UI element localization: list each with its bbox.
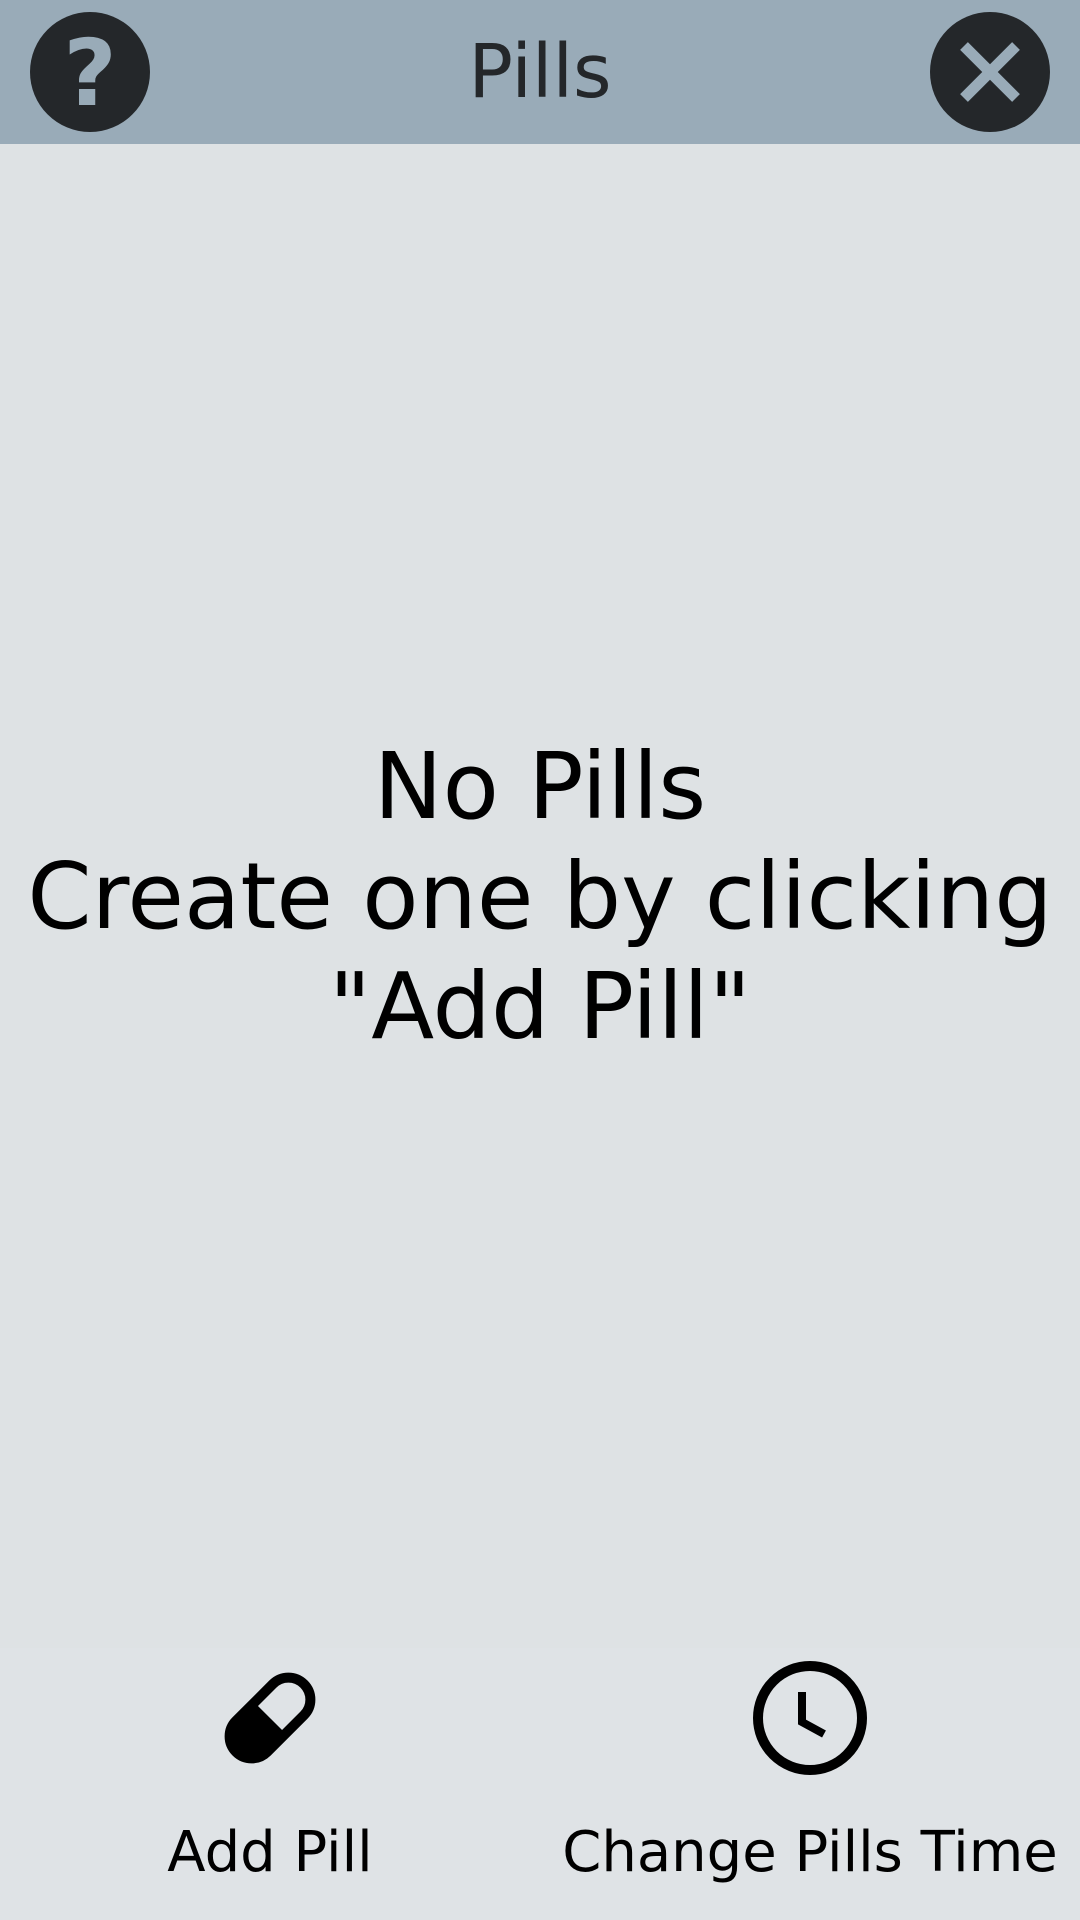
add-pill-button[interactable]: Add Pill [0,1648,540,1920]
page-title: Pills [468,29,612,115]
close-button[interactable] [930,12,1050,132]
change-pills-time-label: Change Pills Time [562,1820,1058,1885]
empty-state-hint-line-1: Create one by clicking [27,843,1053,950]
add-pill-label: Add Pill [167,1820,373,1885]
pill-icon [224,1672,316,1764]
empty-state-title: No Pills [373,733,707,840]
empty-state-hint-line-2: "Add Pill" [328,953,752,1060]
top-app-bar: ? Pills [0,0,1080,144]
change-pills-time-button[interactable]: Change Pills Time [540,1648,1080,1920]
empty-state-message: No Pills Create one by clicking "Add Pil… [0,732,1080,1062]
clock-icon [753,1661,867,1775]
close-icon [960,42,1020,102]
bottom-action-bar: Add Pill Change Pills Time [0,1648,1080,1920]
